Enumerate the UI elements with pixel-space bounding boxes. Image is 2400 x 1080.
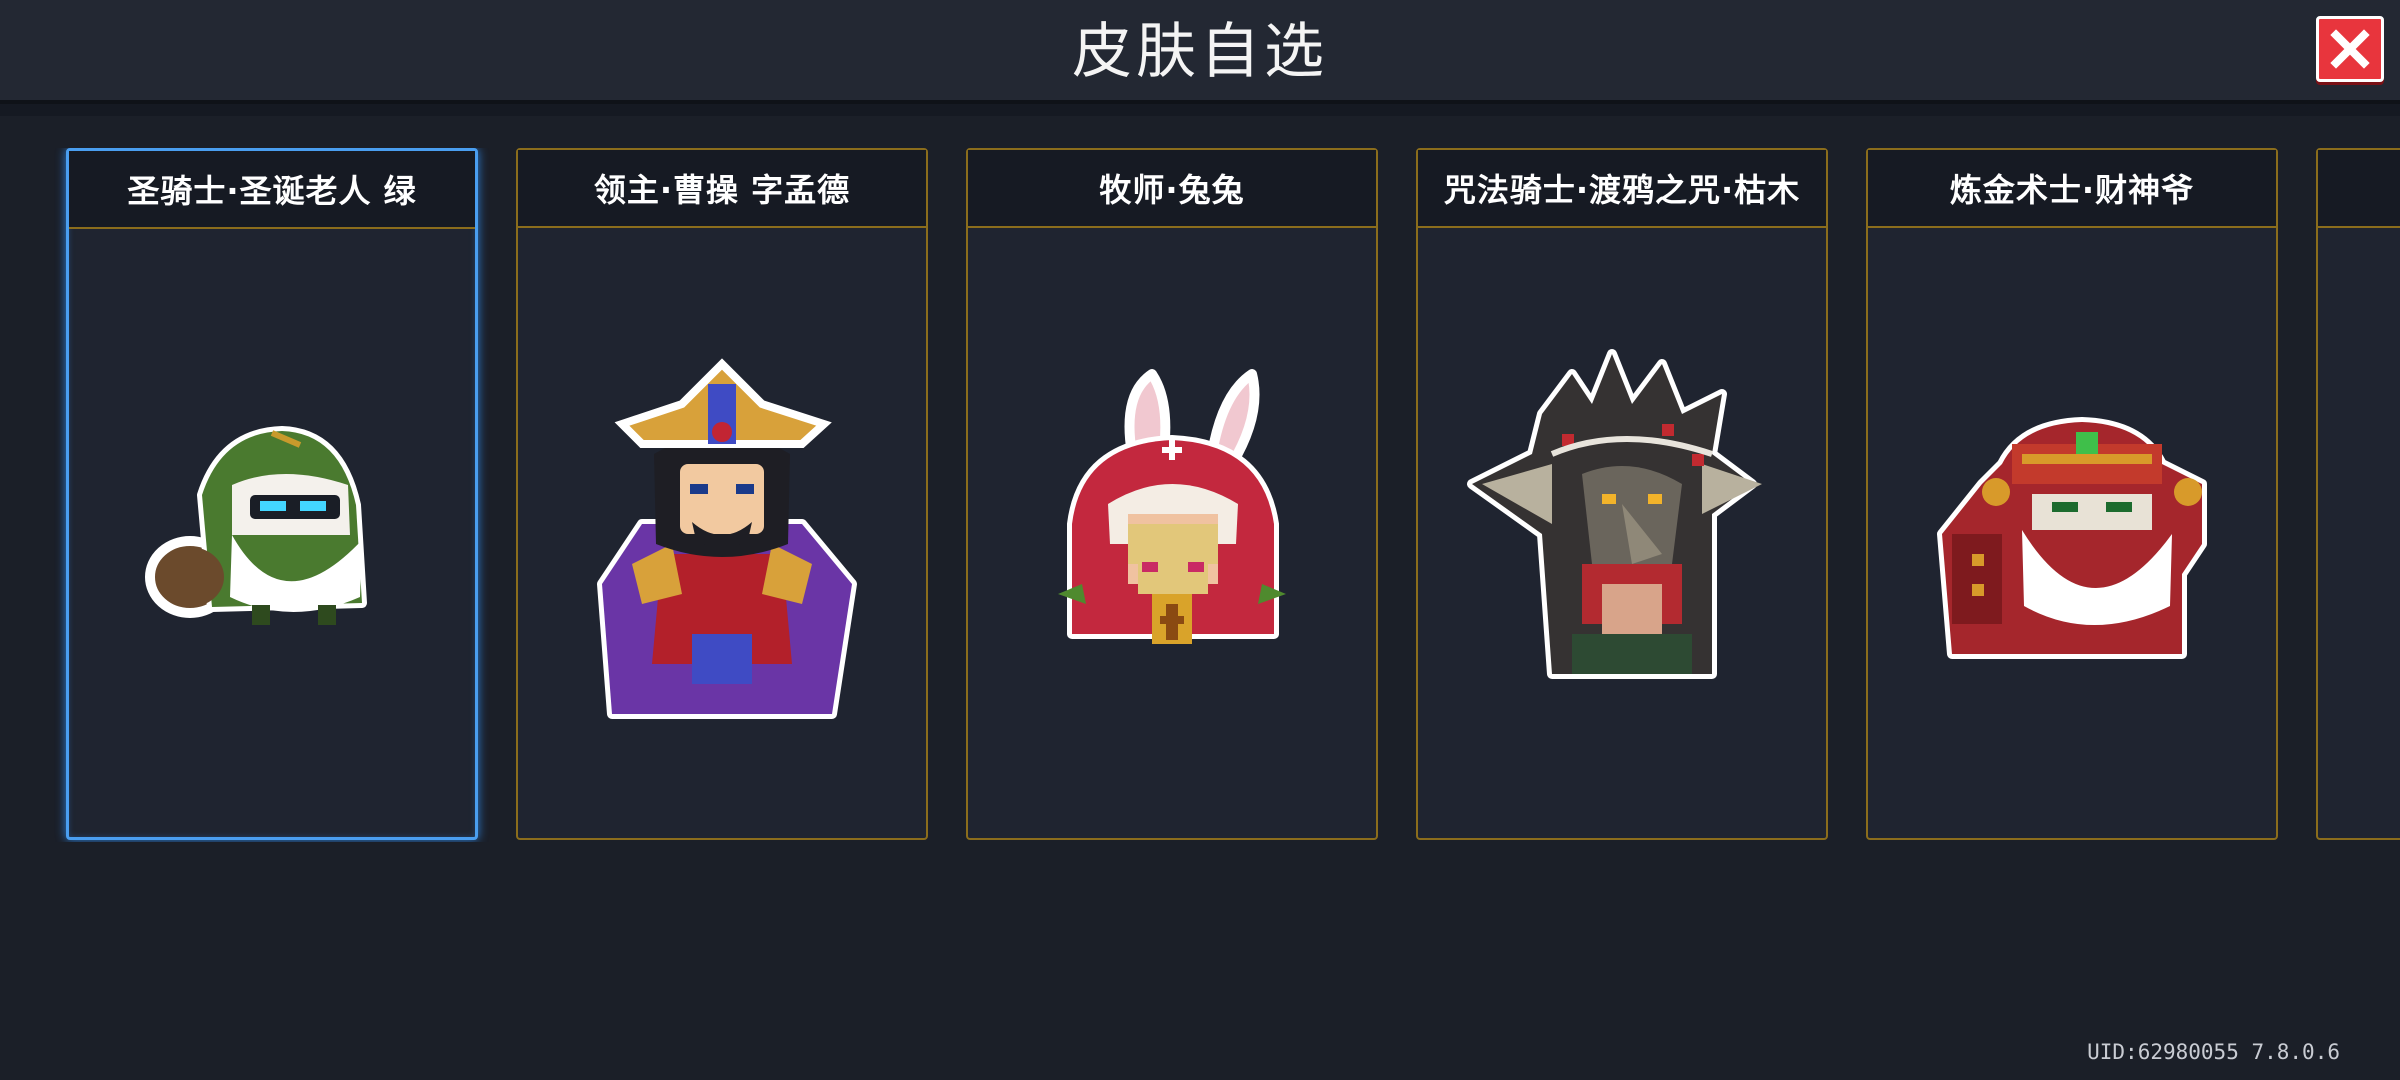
skin-name: 咒法骑士·渡鸦之咒·枯木	[1443, 171, 1801, 209]
skin-card-header: 领主·曹操 字孟德	[518, 150, 926, 228]
skin-name: 炼金术士·财神爷	[1949, 171, 2195, 209]
skin-art	[1868, 228, 2276, 840]
skin-name: 牧师·兔兔	[1099, 171, 1245, 209]
skin-card[interactable]: 咒法骑士·渡鸦之咒·枯木	[1416, 148, 1828, 840]
skin-card-header: 咒法骑士·渡鸦之咒·枯木	[1418, 150, 1826, 228]
skin-card[interactable]: 领主·曹操 字孟德	[516, 148, 928, 840]
skin-card-header	[2318, 150, 2400, 228]
skin-card-header: 牧师·兔兔	[968, 150, 1376, 228]
skin-name: 领主·曹操 字孟德	[593, 171, 851, 209]
page-title: 皮肤自选	[1072, 17, 1328, 87]
skin-art	[968, 228, 1376, 840]
skin-art	[518, 228, 926, 840]
uid-version-label: UID:62980055 7.8.0.6	[2087, 1040, 2340, 1064]
alchemist-god-of-wealth-sprite	[1937, 417, 2207, 659]
title-bar-shadow	[0, 104, 2400, 116]
skin-card[interactable]	[2316, 148, 2400, 840]
curse-knight-raven-sprite	[1467, 349, 1762, 679]
skin-art	[1418, 228, 1826, 840]
priest-bunny-sprite	[1058, 369, 1286, 644]
close-button[interactable]	[2316, 16, 2384, 82]
close-icon	[2330, 29, 2370, 69]
skin-art	[69, 229, 475, 841]
skin-card-header: 圣骑士·圣诞老人 绿	[69, 151, 475, 229]
lord-caocao-sprite	[597, 358, 857, 719]
skin-card-header: 炼金术士·财神爷	[1868, 150, 2276, 228]
paladin-santa-green-sprite	[145, 426, 367, 625]
skin-card-list[interactable]: 圣骑士·圣诞老人 绿 领主·曹操 字孟德 牧师·兔兔 咒法骑士·渡鸦之咒·枯木 …	[0, 148, 2400, 842]
skin-card[interactable]: 牧师·兔兔	[966, 148, 1378, 840]
skin-card[interactable]: 炼金术士·财神爷	[1866, 148, 2278, 840]
skin-name: 圣骑士·圣诞老人 绿	[127, 172, 417, 210]
skin-card[interactable]: 圣骑士·圣诞老人 绿	[66, 148, 478, 840]
